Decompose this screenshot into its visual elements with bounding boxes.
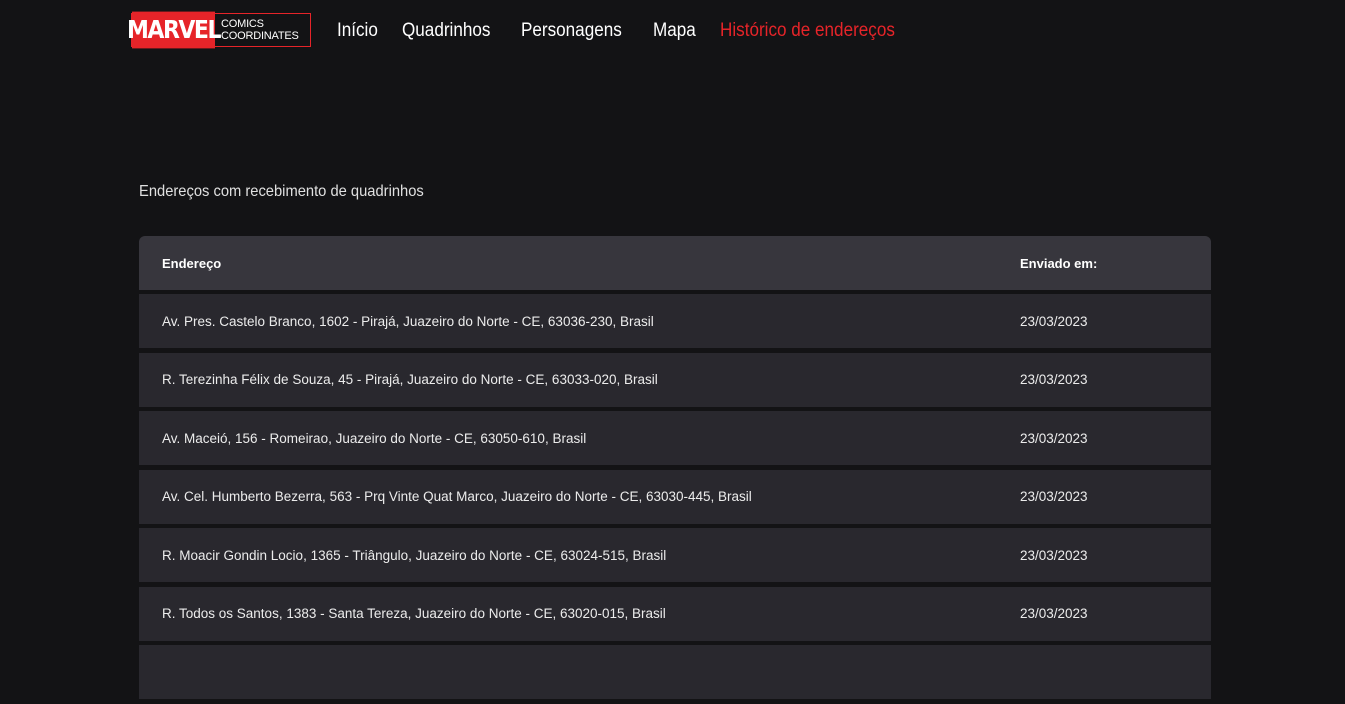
top-navigation-bar: MARVEL COMICS COORDINATES Início Quadrin… xyxy=(0,0,1345,66)
address-history-table: Endereço Enviado em: Av. Pres. Castelo B… xyxy=(139,236,1211,704)
logo-subtitle-line2: COORDINATES xyxy=(221,30,299,42)
date-cell: 23/03/2023 xyxy=(1020,430,1088,446)
date-cell: 23/03/2023 xyxy=(1020,489,1088,504)
column-header-address: Endereço xyxy=(162,255,222,271)
address-cell: R. Terezinha Félix de Souza, 45 - Pirajá… xyxy=(162,372,658,387)
table-row: R. Moacir Gondin Locio, 1365 - Triângulo… xyxy=(139,528,1211,582)
table-row: R. Todos os Santos, 1383 - Santa Tereza,… xyxy=(139,586,1211,641)
nav-item-personagens[interactable]: Personagens xyxy=(521,20,622,42)
nav-item-mapa[interactable]: Mapa xyxy=(653,20,696,42)
address-cell: Av. Pres. Castelo Branco, 1602 - Pirajá,… xyxy=(162,313,654,329)
table-row: R. Terezinha Félix de Souza, 45 - Pirajá… xyxy=(139,352,1211,407)
nav-item-quadrinhos[interactable]: Quadrinhos xyxy=(402,20,490,42)
address-cell: R. Moacir Gondin Locio, 1365 - Triângulo… xyxy=(162,547,667,563)
date-cell: 23/03/2023 xyxy=(1020,606,1088,621)
marvel-logo[interactable]: MARVEL COMICS COORDINATES xyxy=(127,11,311,49)
date-cell: 23/03/2023 xyxy=(1020,313,1088,329)
nav-item-inicio[interactable]: Início xyxy=(337,20,378,42)
table-row: Av. Pres. Castelo Branco, 1602 - Pirajá,… xyxy=(139,294,1211,348)
column-header-sent-at: Enviado em: xyxy=(1020,255,1098,271)
main-nav: Início Quadrinhos Personagens Mapa Histó… xyxy=(337,20,934,42)
table-row: Av. Cel. Humberto Bezerra, 563 - Prq Vin… xyxy=(139,469,1211,524)
page-title: Endereços com recebimento de quadrinhos xyxy=(139,183,424,200)
table-row xyxy=(139,645,1211,699)
logo-subtitle-line1: COMICS xyxy=(221,18,264,30)
date-cell: 23/03/2023 xyxy=(1020,547,1088,563)
logo-subtitle: COMICS COORDINATES xyxy=(215,14,310,46)
address-cell: R. Todos os Santos, 1383 - Santa Tereza,… xyxy=(162,606,666,621)
address-cell: Av. Cel. Humberto Bezerra, 563 - Prq Vin… xyxy=(162,489,752,504)
nav-item-historico-enderecos[interactable]: Histórico de endereços xyxy=(720,20,895,42)
date-cell: 23/03/2023 xyxy=(1020,372,1088,387)
table-row: Av. Maceió, 156 - Romeirao, Juazeiro do … xyxy=(139,411,1211,465)
address-cell: Av. Maceió, 156 - Romeirao, Juazeiro do … xyxy=(162,430,587,446)
logo-brand-text: MARVEL xyxy=(127,11,221,49)
table-header-row: Endereço Enviado em: xyxy=(139,236,1211,290)
